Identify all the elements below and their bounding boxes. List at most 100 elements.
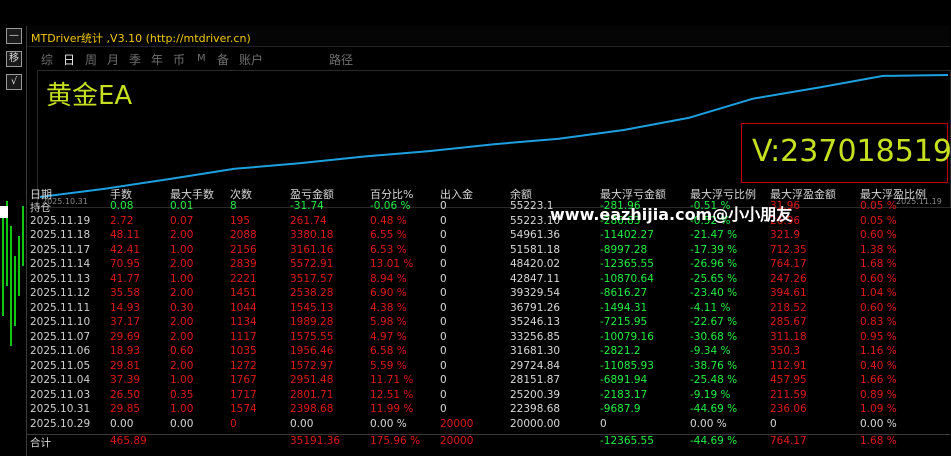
check-button[interactable]: √ bbox=[6, 74, 22, 90]
cell-date: 2025.11.06 bbox=[30, 345, 91, 357]
cell-balance: 22398.68 bbox=[510, 403, 561, 415]
cell-count: 195 bbox=[230, 214, 251, 227]
total-max-float-profit: 764.17 bbox=[770, 435, 807, 447]
cell-count: 2156 bbox=[230, 243, 257, 256]
cell-max-float-profit-pct: 1.04 % bbox=[860, 287, 897, 299]
cell-max-float-loss: -11085.93 bbox=[600, 359, 654, 372]
cell-deposit: 0 bbox=[440, 359, 447, 372]
table-row[interactable]: 2025.11.19 2.72 0.07 195 261.74 0.48 % 0 55223.… bbox=[27, 215, 950, 229]
cell-pnl: 1572.97 bbox=[290, 359, 334, 372]
cell-count: 1272 bbox=[230, 359, 257, 372]
cell-balance: 42847.11 bbox=[510, 272, 561, 285]
cell-max-lots: 1.00 bbox=[170, 403, 194, 415]
table-row[interactable]: 2025.11.10 37.17 2.00 1134 1989.28 5.98 % 0 352… bbox=[27, 316, 950, 330]
cell-pnl: 0.00 bbox=[290, 417, 314, 430]
cell-max-float-loss-pct: -9.34 % bbox=[690, 345, 731, 357]
cell-max-float-profit: 218.52 bbox=[770, 301, 807, 314]
table-row[interactable]: 2025.11.14 70.95 2.00 2839 5572.91 13.01 % 0 48… bbox=[27, 258, 950, 272]
table-row[interactable]: 2025.11.05 29.81 2.00 1272 1572.97 5.59 % 0 297… bbox=[27, 360, 950, 374]
cell-deposit: 0 bbox=[440, 214, 447, 227]
cell-date: 持仓 bbox=[30, 202, 51, 214]
cell-percent: 4.38 % bbox=[370, 301, 407, 314]
table-row[interactable]: 2025.11.18 48.11 2.00 2088 3380.18 6.55 % 0 549… bbox=[27, 229, 950, 243]
cell-deposit: 0 bbox=[440, 316, 447, 328]
table-row[interactable]: 2025.11.13 41.77 1.00 2221 3517.57 8.94 % 0 428… bbox=[27, 273, 950, 287]
minimize-button[interactable]: — bbox=[6, 28, 22, 44]
cell-date: 2025.11.14 bbox=[30, 258, 91, 270]
cell-max-float-loss-pct: -21.47 % bbox=[690, 229, 738, 241]
table-row[interactable]: 2025.11.06 18.93 0.60 1035 1956.46 6.58 % 0 316… bbox=[27, 345, 950, 359]
cell-count: 1767 bbox=[230, 374, 257, 386]
cell-max-float-loss: -10079.16 bbox=[600, 330, 654, 343]
cell-max-float-loss-pct: 0.00 % bbox=[690, 417, 727, 430]
cell-deposit: 0 bbox=[440, 345, 447, 357]
cell-max-float-loss-pct: -23.40 % bbox=[690, 287, 738, 299]
cell-max-float-loss: 0 bbox=[600, 417, 607, 430]
title-bar: MTDriver统计 ,V3.10 (http://mtdriver.cn) bbox=[27, 26, 950, 47]
cell-count: 2088 bbox=[230, 229, 257, 241]
cell-balance: 25200.39 bbox=[510, 388, 561, 401]
cell-max-float-profit: 321.9 bbox=[770, 229, 801, 241]
tab-overview[interactable]: 综 bbox=[41, 51, 53, 68]
table-row[interactable]: 2025.10.31 29.85 1.00 1574 2398.68 11.99 % 0 22… bbox=[27, 403, 950, 417]
cell-pnl: 2538.28 bbox=[290, 287, 334, 299]
cell-max-float-loss-pct: -25.65 % bbox=[690, 272, 738, 285]
cell-max-float-loss: -2183.17 bbox=[600, 388, 648, 401]
table-row[interactable]: 2025.11.07 29.69 2.00 1117 1575.55 4.97 % 0 332… bbox=[27, 331, 950, 345]
cell-max-float-profit: 285.67 bbox=[770, 316, 807, 328]
cell-count: 1035 bbox=[230, 345, 257, 357]
tab-quarter[interactable]: 季 bbox=[129, 51, 141, 68]
table-row[interactable]: 持仓 0.08 0.01 8 -31.74 -0.06 % 0 55223.1 -281.96-… bbox=[27, 200, 950, 214]
cell-percent: 0.48 % bbox=[370, 214, 407, 227]
tab-note[interactable]: 备 bbox=[217, 51, 229, 68]
cell-pnl: 1575.55 bbox=[290, 330, 334, 343]
table-row[interactable]: 2025.11.03 26.50 0.35 1717 2801.71 12.51 % 0 25… bbox=[27, 389, 950, 403]
cell-pnl: 2801.71 bbox=[290, 388, 334, 401]
total-max-float-loss: -12365.55 bbox=[600, 435, 654, 447]
tab-week[interactable]: 周 bbox=[85, 51, 97, 68]
tab-currency[interactable]: 币 bbox=[173, 51, 185, 68]
cell-pnl: 3380.18 bbox=[290, 229, 334, 241]
cell-max-lots: 1.00 bbox=[170, 272, 194, 285]
cell-max-float-loss-pct: -25.48 % bbox=[690, 374, 738, 386]
cell-lots: 29.81 bbox=[110, 359, 141, 372]
cell-max-float-profit: 350.3 bbox=[770, 345, 801, 357]
table-row[interactable]: 2025.11.12 35.58 2.00 1451 2538.28 6.90 % 0 393… bbox=[27, 287, 950, 301]
move-button[interactable]: 移 bbox=[6, 51, 22, 67]
cell-max-float-profit-pct: 0.83 % bbox=[860, 316, 897, 328]
cell-lots: 0.08 bbox=[110, 200, 134, 212]
cell-max-lots: 2.00 bbox=[170, 229, 194, 241]
cell-pnl: -31.74 bbox=[290, 200, 324, 212]
cell-max-float-loss-pct: -30.68 % bbox=[690, 330, 738, 343]
cell-max-float-loss: -6891.94 bbox=[600, 374, 648, 386]
cell-max-lots: 0.35 bbox=[170, 388, 194, 401]
cell-lots: 35.58 bbox=[110, 287, 141, 299]
period-tabs: 综 日 周 月 季 年 币 M 备 账户 路径 bbox=[27, 50, 950, 68]
cell-count: 2221 bbox=[230, 272, 257, 285]
tab-day[interactable]: 日 bbox=[63, 51, 75, 68]
cell-lots: 42.41 bbox=[110, 243, 141, 256]
cell-max-float-profit: 712.35 bbox=[770, 243, 807, 256]
table-row[interactable]: 2025.11.04 37.39 1.00 1767 2951.48 11.71 % 0 28… bbox=[27, 374, 950, 388]
cell-deposit: 20000 bbox=[440, 417, 474, 430]
cell-max-float-loss: -8616.27 bbox=[600, 287, 648, 299]
cell-balance: 35246.13 bbox=[510, 316, 561, 328]
tab-month[interactable]: 月 bbox=[107, 51, 119, 68]
tab-account[interactable]: 账户 bbox=[239, 51, 263, 68]
table-row[interactable]: 2025.11.11 14.93 0.30 1044 1545.13 4.38 % 0 367… bbox=[27, 302, 950, 316]
cell-pnl: 261.74 bbox=[290, 214, 327, 227]
tab-year[interactable]: 年 bbox=[151, 51, 163, 68]
table-row[interactable]: 2025.11.17 42.41 1.00 2156 3161.16 6.53 % 0 515… bbox=[27, 244, 950, 258]
cell-deposit: 0 bbox=[440, 258, 447, 270]
cell-max-float-loss: -7215.95 bbox=[600, 316, 648, 328]
cell-pnl: 2951.48 bbox=[290, 374, 334, 386]
cell-max-float-loss-pct: -26.96 % bbox=[690, 258, 738, 270]
tab-m[interactable]: M bbox=[197, 53, 206, 64]
cell-max-float-profit: 112.91 bbox=[770, 359, 807, 372]
cell-lots: 14.93 bbox=[110, 301, 141, 314]
total-percent: 175.96 % bbox=[370, 435, 421, 447]
cell-count: 0 bbox=[230, 417, 237, 430]
table-row[interactable]: 2025.10.29 0.00 0.00 0 0.00 0.00 % 20000 20000.… bbox=[27, 418, 950, 432]
cell-date: 2025.10.31 bbox=[30, 403, 91, 415]
tab-path[interactable]: 路径 bbox=[329, 51, 353, 68]
